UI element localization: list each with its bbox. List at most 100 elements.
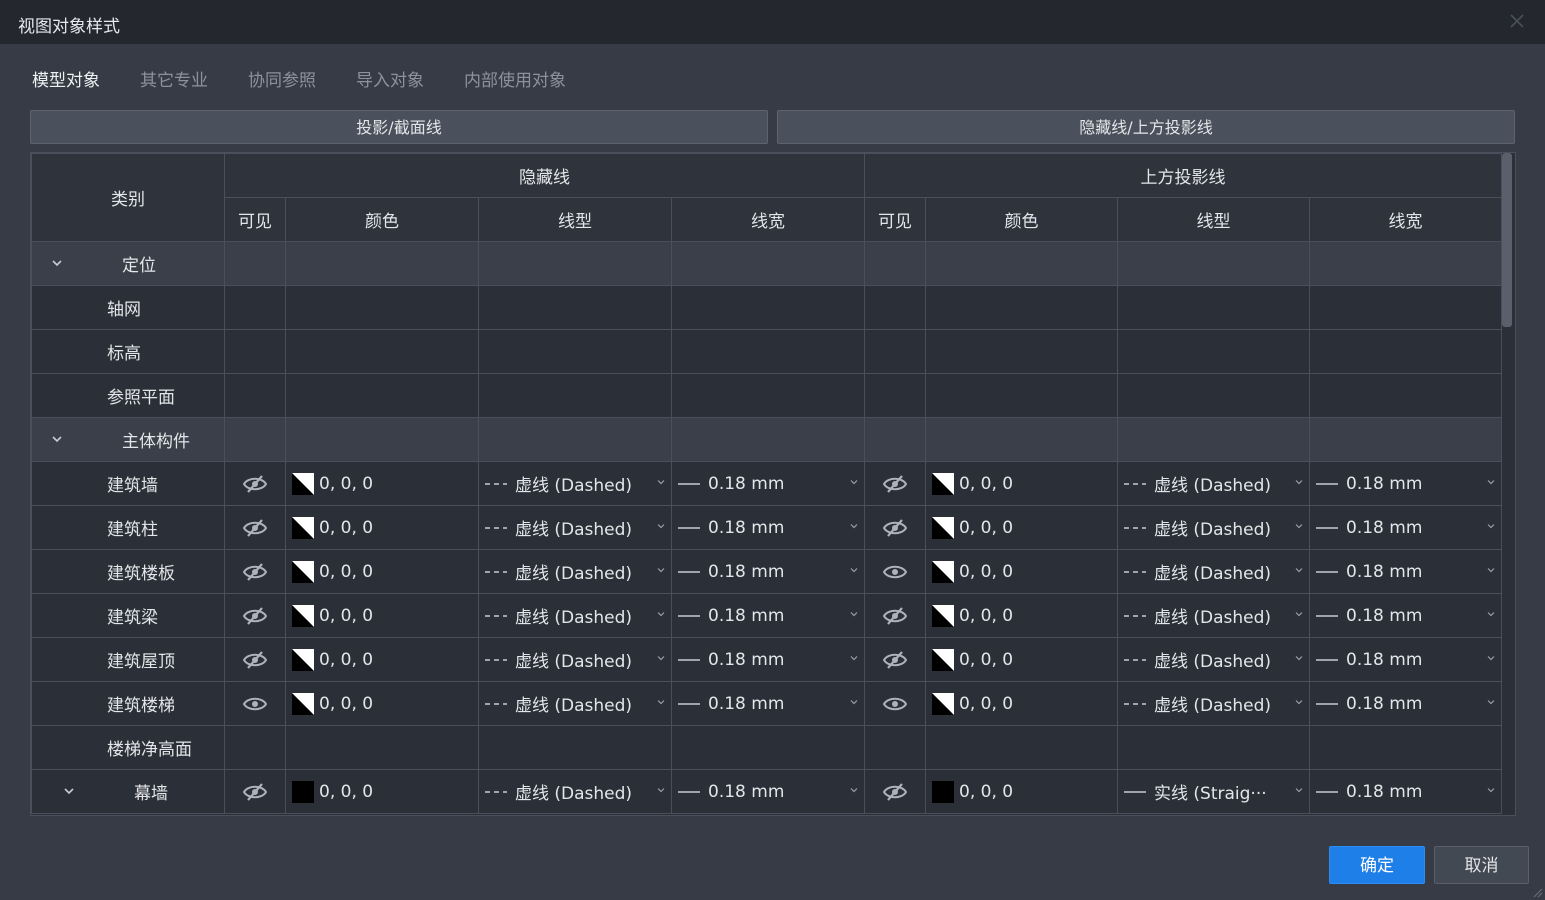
color-swatch[interactable] [932,604,954,627]
hidden-linetype-dropdown[interactable]: 虚线 (Dashed) [478,637,672,682]
hidden-color-cell[interactable]: 0, 0, 0 [285,505,479,550]
hidden-color-cell[interactable]: 0, 0, 0 [285,549,479,594]
hidden-linewidth-dropdown[interactable]: 0.18 mm [671,681,865,726]
above-color-cell[interactable]: 0, 0, 0 [925,505,1118,550]
hidden-linetype-dropdown[interactable]: 虚线 (Dashed) [478,769,672,814]
hidden-color-cell[interactable]: 0, 0, 0 [285,769,479,814]
eye-icon[interactable] [242,695,268,713]
above-linewidth-dropdown[interactable]: 0.18 mm [1309,637,1502,682]
above-linewidth-dropdown[interactable]: 0.18 mm [1309,769,1502,814]
table-row[interactable]: 建筑楼板 0, 0, 0 虚线 (Dashed) 0.18 mm 0, 0, 0 虚线 (… [31,549,1502,594]
eye-icon[interactable] [882,563,908,581]
hidden-linewidth-dropdown[interactable]: 0.18 mm [671,549,865,594]
above-linetype-dropdown[interactable]: 虚线 (Dashed) [1117,593,1310,638]
hidden-visible-cell[interactable] [224,593,286,638]
eye-slash-icon[interactable] [242,562,268,581]
eye-slash-icon[interactable] [242,606,268,625]
color-swatch[interactable] [292,780,314,803]
cancel-button[interactable]: 取消 [1434,846,1529,884]
above-linewidth-dropdown[interactable]: 0.18 mm [1309,593,1502,638]
eye-slash-icon[interactable] [242,782,268,801]
color-swatch[interactable] [932,560,954,583]
color-swatch[interactable] [932,692,954,715]
above-visible-cell[interactable] [864,637,926,682]
above-color-cell[interactable]: 0, 0, 0 [925,461,1118,506]
eye-icon[interactable] [882,695,908,713]
above-color-cell[interactable]: 0, 0, 0 [925,593,1118,638]
hidden-visible-cell[interactable] [224,681,286,726]
hidden-linetype-dropdown[interactable]: 虚线 (Dashed) [478,549,672,594]
above-linewidth-dropdown[interactable]: 0.18 mm [1309,549,1502,594]
table-row[interactable]: 建筑墙 0, 0, 0 虚线 (Dashed) 0.18 mm 0, 0, 0 虚线 (D… [31,461,1502,506]
color-swatch[interactable] [292,560,314,583]
table-scrollbar[interactable] [1502,153,1512,327]
above-linetype-dropdown[interactable]: 虚线 (Dashed) [1117,681,1310,726]
table-row[interactable]: 建筑梁 0, 0, 0 虚线 (Dashed) 0.18 mm 0, 0, 0 虚线 (D… [31,593,1502,638]
table-row[interactable]: 参照平面 [31,373,1502,418]
hidden-visible-cell[interactable] [224,549,286,594]
tab-other-disciplines[interactable]: 其它专业 [140,66,208,91]
color-swatch[interactable] [292,692,314,715]
hidden-visible-cell[interactable] [224,769,286,814]
color-swatch[interactable] [292,472,314,495]
table-row[interactable]: 标高 [31,329,1502,374]
hidden-linewidth-dropdown[interactable]: 0.18 mm [671,637,865,682]
above-linetype-dropdown[interactable]: 虚线 (Dashed) [1117,637,1310,682]
above-linetype-dropdown[interactable]: 虚线 (Dashed) [1117,505,1310,550]
color-swatch[interactable] [932,516,954,539]
hidden-linetype-dropdown[interactable]: 虚线 (Dashed) [478,681,672,726]
above-linewidth-dropdown[interactable]: 0.18 mm [1309,505,1502,550]
chevron-down-icon[interactable] [50,256,64,270]
tab-collaboration-reference[interactable]: 协同参照 [248,66,316,91]
hidden-linewidth-dropdown[interactable]: 0.18 mm [671,505,865,550]
hidden-color-cell[interactable]: 0, 0, 0 [285,593,479,638]
ok-button[interactable]: 确定 [1329,846,1425,884]
table-row[interactable]: 楼梯净高面 [31,725,1502,770]
hidden-visible-cell[interactable] [224,505,286,550]
eye-slash-icon[interactable] [882,650,908,669]
eye-slash-icon[interactable] [882,606,908,625]
hidden-color-cell[interactable]: 0, 0, 0 [285,461,479,506]
above-color-cell[interactable]: 0, 0, 0 [925,549,1118,594]
projection-section-lines-button[interactable]: 投影/截面线 [30,110,768,144]
hidden-above-lines-button[interactable]: 隐藏线/上方投影线 [777,110,1515,144]
hidden-linewidth-dropdown[interactable]: 0.18 mm [671,593,865,638]
above-color-cell[interactable]: 0, 0, 0 [925,769,1118,814]
above-visible-cell[interactable] [864,505,926,550]
color-swatch[interactable] [932,648,954,671]
table-row[interactable]: 幕墙 0, 0, 0 虚线 (Dashed) 0.18 mm 0, 0, 0 实线 (St… [31,769,1502,814]
tab-imported-objects[interactable]: 导入对象 [356,66,424,91]
table-row[interactable]: 建筑楼梯 0, 0, 0 虚线 (Dashed) 0.18 mm 0, 0, 0 虚线 (… [31,681,1502,726]
above-linetype-dropdown[interactable]: 实线 (Straig··· [1117,769,1310,814]
above-color-cell[interactable]: 0, 0, 0 [925,681,1118,726]
hidden-visible-cell[interactable] [224,637,286,682]
above-color-cell[interactable]: 0, 0, 0 [925,637,1118,682]
eye-slash-icon[interactable] [882,518,908,537]
close-icon[interactable] [1505,9,1529,33]
above-linetype-dropdown[interactable]: 虚线 (Dashed) [1117,549,1310,594]
eye-slash-icon[interactable] [882,782,908,801]
color-swatch[interactable] [932,780,954,803]
tab-internal-objects[interactable]: 内部使用对象 [464,66,566,91]
above-linewidth-dropdown[interactable]: 0.18 mm [1309,461,1502,506]
hidden-visible-cell[interactable] [224,461,286,506]
hidden-linetype-dropdown[interactable]: 虚线 (Dashed) [478,593,672,638]
eye-slash-icon[interactable] [242,650,268,669]
hidden-color-cell[interactable]: 0, 0, 0 [285,637,479,682]
table-row[interactable]: 建筑柱 0, 0, 0 虚线 (Dashed) 0.18 mm 0, 0, 0 虚线 (D… [31,505,1502,550]
color-swatch[interactable] [292,516,314,539]
above-visible-cell[interactable] [864,549,926,594]
eye-slash-icon[interactable] [242,518,268,537]
hidden-linetype-dropdown[interactable]: 虚线 (Dashed) [478,505,672,550]
above-linewidth-dropdown[interactable]: 0.18 mm [1309,681,1502,726]
color-swatch[interactable] [932,472,954,495]
above-visible-cell[interactable] [864,769,926,814]
chevron-down-icon[interactable] [50,432,64,446]
group-row[interactable]: 主体构件 [31,417,1502,462]
above-linetype-dropdown[interactable]: 虚线 (Dashed) [1117,461,1310,506]
table-row[interactable]: 建筑屋顶 0, 0, 0 虚线 (Dashed) 0.18 mm 0, 0, 0 虚线 (… [31,637,1502,682]
above-visible-cell[interactable] [864,593,926,638]
above-visible-cell[interactable] [864,461,926,506]
group-row[interactable]: 定位 [31,241,1502,286]
hidden-linewidth-dropdown[interactable]: 0.18 mm [671,461,865,506]
